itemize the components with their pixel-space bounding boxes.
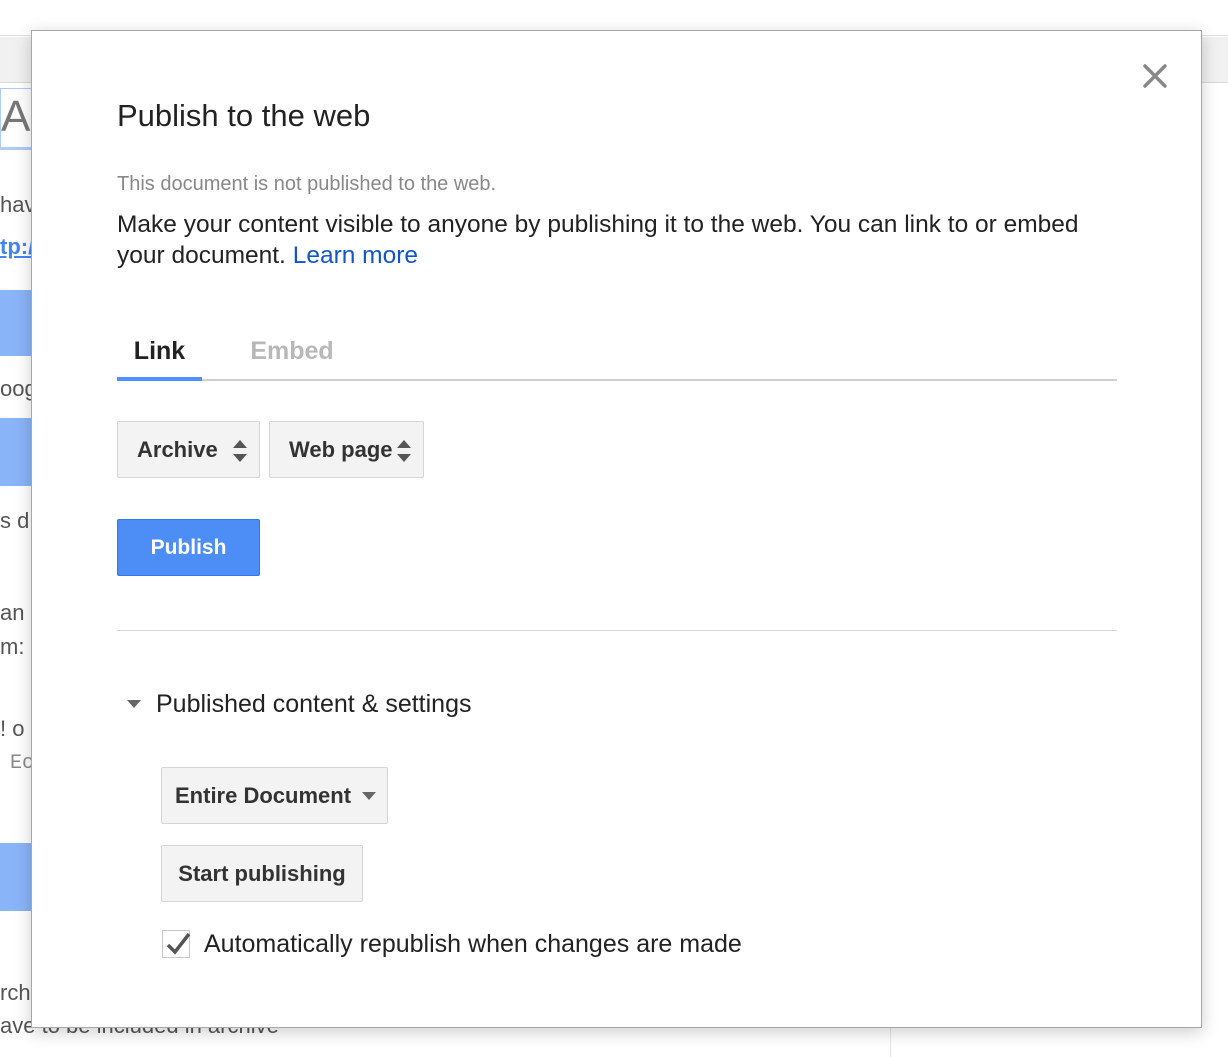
- content-select[interactable]: Archive: [117, 421, 260, 478]
- dialog-title: Publish to the web: [117, 98, 371, 133]
- publish-scope-dropdown[interactable]: Entire Document: [161, 767, 388, 824]
- auto-republish-row: Automatically republish when changes are…: [162, 928, 742, 960]
- close-icon: [1143, 64, 1167, 88]
- background-text-fragment: s d: [0, 508, 30, 533]
- triangle-down-icon: [127, 700, 141, 708]
- background-blue-block: [0, 418, 34, 486]
- checkmark-icon: [166, 932, 191, 955]
- background-text-fragment: an: [0, 600, 25, 625]
- learn-more-link[interactable]: Learn more: [293, 242, 418, 269]
- chevron-down-icon: [362, 791, 377, 800]
- background-text-fragment: ! o: [0, 716, 25, 741]
- background-blue-block: [0, 290, 34, 356]
- publish-status-text: This document is not published to the we…: [117, 173, 497, 195]
- tab-link[interactable]: Link: [117, 331, 202, 381]
- section-divider: [117, 630, 1117, 631]
- publish-dialog: Publish to the web This document is not …: [31, 30, 1202, 1028]
- content-select-value: Archive: [137, 436, 218, 462]
- description-text: Make your content visible to anyone by p…: [117, 211, 1079, 269]
- background-text-fragment: rch: [0, 980, 31, 1005]
- start-publishing-button[interactable]: Start publishing: [161, 845, 363, 902]
- tab-bar: Link Embed: [117, 331, 1117, 381]
- format-select-value: Web page: [289, 436, 393, 462]
- background-blue-block: [0, 843, 34, 911]
- dialog-description: Make your content visible to anyone by p…: [117, 209, 1107, 271]
- format-select[interactable]: Web page: [269, 421, 424, 478]
- publish-scope-value: Entire Document: [175, 782, 352, 808]
- publish-button[interactable]: Publish: [117, 519, 260, 576]
- published-settings-label: Published content & settings: [156, 689, 472, 718]
- tab-embed[interactable]: Embed: [237, 331, 347, 381]
- up-down-arrows-icon: [233, 440, 247, 462]
- auto-republish-checkbox[interactable]: [162, 930, 191, 958]
- close-button[interactable]: [1140, 61, 1170, 91]
- background-link-fragment: tp:/: [0, 234, 35, 259]
- up-down-arrows-icon: [397, 440, 411, 462]
- background-text-fragment: m:: [0, 634, 25, 659]
- auto-republish-label: Automatically republish when changes are…: [204, 929, 742, 958]
- published-settings-toggle[interactable]: Published content & settings: [127, 687, 471, 721]
